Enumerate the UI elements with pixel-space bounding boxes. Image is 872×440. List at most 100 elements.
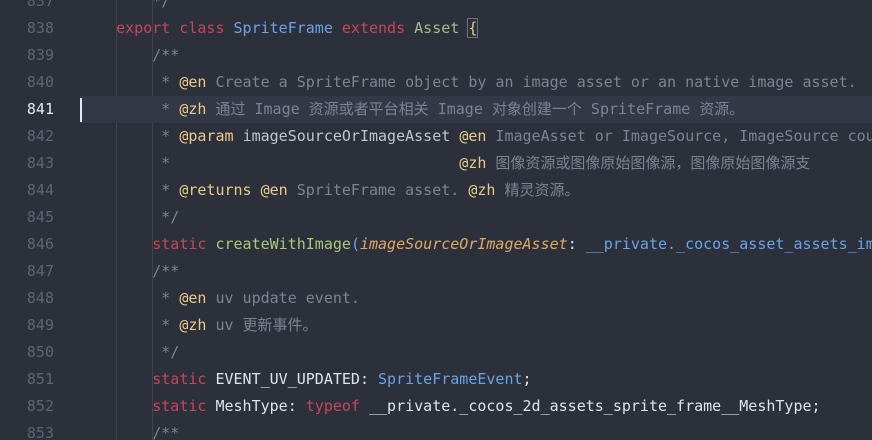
line-number: 843 (26, 154, 54, 172)
code-token: /** (80, 46, 180, 64)
code-line[interactable]: export class SpriteFrame extends Asset { (80, 15, 872, 42)
code-token: uv 更新事件。 (206, 316, 318, 334)
code-token: createWithImage (215, 235, 351, 253)
line-number: 840 (26, 73, 54, 91)
code-line[interactable]: * @en uv update event. (80, 285, 872, 312)
line-number-gutter: 837 838 839 840 841 842 843 844 845 846 847 848 849 8… (0, 0, 80, 440)
code-line[interactable]: * @en Create a SpriteFrame object by an … (80, 69, 872, 96)
code-token: typeof (305, 397, 360, 415)
code-token: */ (80, 208, 180, 226)
code-line[interactable]: * @zh uv 更新事件。 (80, 312, 872, 339)
code-token: imageSourceOrImageAsset (359, 235, 568, 253)
code-token: @zh (179, 316, 207, 334)
code-token: SpriteFrame asset. (287, 181, 469, 199)
code-token: SpriteFrameEvent (378, 370, 523, 388)
code-token: extends (341, 19, 406, 37)
code-token: @zh (179, 100, 207, 118)
code-token: __private._cocos_asset_assets_image (585, 235, 872, 253)
code-token: */ (80, 0, 171, 10)
code-token: * (80, 181, 180, 199)
code-token: 通过 Image 资源或者平台相关 Image 对象创建一个 SpriteFra… (206, 100, 745, 118)
code-line[interactable]: */ (80, 0, 872, 15)
code-token: imageSourceOrImageAsset (242, 127, 451, 145)
code-token: ( (350, 235, 360, 253)
code-token: static (152, 397, 207, 415)
code-line[interactable]: static EVENT_UV_UPDATED: SpriteFrameEven… (80, 366, 872, 393)
code-token: @en (179, 289, 207, 307)
code-token: MeshType: (206, 397, 306, 415)
line-number: 849 (26, 316, 54, 334)
code-line[interactable]: * @param imageSourceOrImageAsset @en Ima… (80, 123, 872, 150)
code-line[interactable]: static MeshType: typeof __private._cocos… (80, 393, 872, 420)
code-token: class (179, 19, 225, 37)
line-number: 845 (26, 208, 54, 226)
code-line[interactable]: */ (80, 339, 872, 366)
code-token: @en (459, 127, 487, 145)
code-token: * (80, 289, 180, 307)
code-token: static (152, 370, 207, 388)
code-line[interactable]: * @zh 图像资源或图像原始图像源，图像原始图像源支 (80, 150, 872, 177)
code-token: ; (522, 370, 532, 388)
code-token: * (80, 127, 180, 145)
code-line[interactable]: static createWithImage(imageSourceOrImag… (80, 231, 872, 258)
line-number: 846 (26, 235, 54, 253)
code-token: Asset (414, 19, 460, 37)
code-token: ImageAsset or ImageSource, ImageSource c… (486, 127, 872, 145)
code-token: __private._cocos_2d_assets_sprite_frame_… (359, 397, 821, 415)
code-token: export (116, 19, 171, 37)
current-code-line[interactable]: * @zh 通过 Image 资源或者平台相关 Image 对象创建一个 Spr… (80, 96, 872, 123)
line-number: 842 (26, 127, 54, 145)
code-line[interactable]: * @returns @en SpriteFrame asset. @zh 精灵… (80, 177, 872, 204)
text-cursor (80, 98, 82, 122)
line-number: 841 (26, 100, 54, 118)
code-token: @param (179, 127, 234, 145)
line-number: 848 (26, 289, 54, 307)
line-number: 844 (26, 181, 54, 199)
line-number: 853 (26, 424, 54, 440)
line-number: 837 (26, 0, 54, 10)
line-number: 850 (26, 343, 54, 361)
code-token: * (80, 100, 180, 118)
code-token: @returns (179, 181, 252, 199)
code-token: * (80, 73, 180, 91)
code-token: : (567, 235, 586, 253)
code-token: 图像资源或图像原始图像源，图像原始图像源支 (486, 154, 811, 172)
code-line[interactable]: /** (80, 420, 872, 440)
code-token: 精灵资源。 (495, 181, 580, 199)
code-token: @en (179, 73, 207, 91)
code-token: @zh (459, 154, 487, 172)
code-token: /** (80, 424, 180, 440)
line-number: 852 (26, 397, 54, 415)
code-editor[interactable]: 837 838 839 840 841 842 843 844 845 846 847 848 849 8… (0, 0, 872, 440)
code-token: { (467, 18, 479, 38)
code-token: uv update event. (206, 289, 360, 307)
line-number: 847 (26, 262, 54, 280)
code-line[interactable]: /** (80, 42, 872, 69)
code-token: static (152, 235, 207, 253)
code-token: SpriteFrame (233, 19, 333, 37)
code-token: * (80, 316, 180, 334)
line-number: 838 (26, 19, 54, 37)
code-line[interactable]: */ (80, 204, 872, 231)
code-token: */ (80, 343, 180, 361)
code-token: EVENT_UV_UPDATED: (206, 370, 379, 388)
code-token: @zh (468, 181, 496, 199)
code-token: /** (80, 262, 180, 280)
code-token: @en (260, 181, 288, 199)
code-token: * (80, 154, 460, 172)
line-number: 839 (26, 46, 54, 64)
line-number: 851 (26, 370, 54, 388)
code-line[interactable]: /** (80, 258, 872, 285)
